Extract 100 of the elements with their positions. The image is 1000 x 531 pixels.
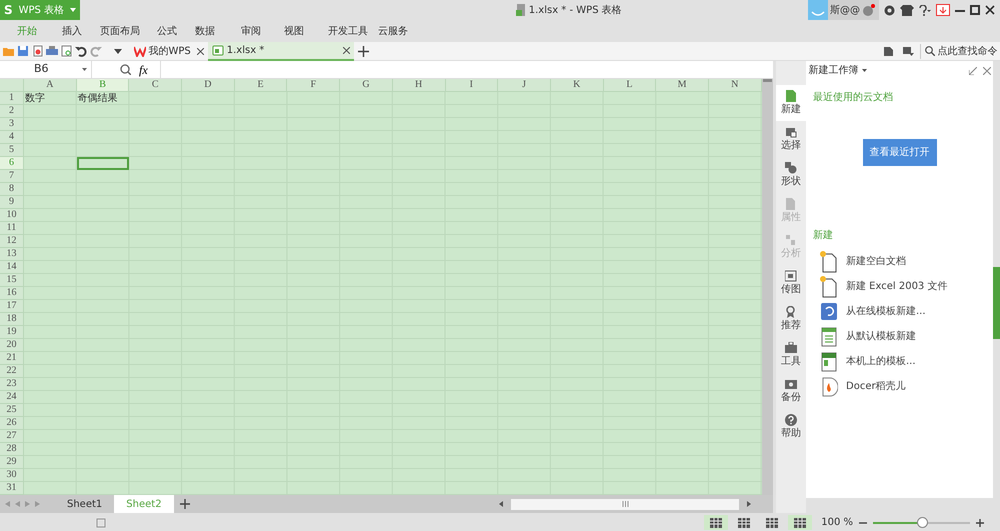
- row-header[interactable]: 16: [0, 287, 24, 300]
- column-header[interactable]: D: [182, 79, 235, 92]
- column-header[interactable]: B: [76, 79, 130, 92]
- normal-view-icon[interactable]: [710, 518, 722, 528]
- menu-tab[interactable]: 云服务: [378, 20, 418, 42]
- row-header[interactable]: 14: [0, 261, 24, 274]
- table-cell[interactable]: 奇偶结果: [76, 92, 130, 105]
- close-icon[interactable]: [985, 5, 995, 15]
- save-icon[interactable]: [17, 45, 29, 57]
- zoom-in-icon[interactable]: [976, 518, 984, 526]
- doc-icon[interactable]: [884, 46, 893, 56]
- print-icon[interactable]: [46, 45, 58, 57]
- column-header[interactable]: I: [446, 79, 498, 92]
- row-header[interactable]: 1: [0, 92, 24, 105]
- sidebar-item[interactable]: 选择: [776, 121, 806, 157]
- scroll-left-icon[interactable]: [499, 501, 503, 507]
- close-icon[interactable]: [196, 48, 204, 54]
- row-header[interactable]: 24: [0, 391, 24, 404]
- row-header[interactable]: 18: [0, 313, 24, 326]
- menu-tab[interactable]: 审阅: [241, 20, 284, 42]
- row-header[interactable]: 26: [0, 417, 24, 430]
- menu-tab[interactable]: 页面布局: [100, 20, 157, 42]
- table-cell[interactable]: 数字: [24, 92, 77, 105]
- dropdown-icon[interactable]: [114, 48, 122, 54]
- row-header[interactable]: 19: [0, 326, 24, 339]
- sidebar-item[interactable]: 工具: [776, 337, 806, 373]
- column-header[interactable]: C: [129, 79, 182, 92]
- new-option[interactable]: 新建 Excel 2003 文件: [806, 274, 993, 299]
- row-header[interactable]: 28: [0, 443, 24, 456]
- row-header[interactable]: 20: [0, 339, 24, 352]
- sheet-tab[interactable]: Sheet2: [114, 495, 174, 513]
- menu-tab[interactable]: 数据: [195, 20, 241, 42]
- add-sheet-icon[interactable]: [180, 499, 190, 509]
- column-header[interactable]: M: [656, 79, 709, 92]
- sidebar-item[interactable]: 帮助: [776, 409, 806, 445]
- panel-edge-handle[interactable]: [993, 267, 1000, 339]
- row-header[interactable]: 8: [0, 183, 24, 196]
- maximize-icon[interactable]: [970, 5, 980, 15]
- page-break-icon[interactable]: [738, 518, 750, 528]
- row-header[interactable]: 25: [0, 404, 24, 417]
- row-header[interactable]: 6: [0, 157, 24, 170]
- row-header[interactable]: 11: [0, 222, 24, 235]
- app-menu-button[interactable]: S WPS 表格: [0, 0, 80, 20]
- view-recent-button[interactable]: 查看最近打开: [862, 139, 936, 166]
- document-tab[interactable]: 1.xlsx *: [208, 42, 354, 60]
- row-header[interactable]: 27: [0, 430, 24, 443]
- row-header[interactable]: 30: [0, 469, 24, 482]
- row-header[interactable]: 3: [0, 118, 24, 131]
- menu-tab[interactable]: 视图: [284, 20, 328, 42]
- sidebar-item[interactable]: 传图: [776, 265, 806, 301]
- active-cell[interactable]: [76, 157, 130, 170]
- row-header[interactable]: 21: [0, 352, 24, 365]
- column-header[interactable]: F: [287, 79, 340, 92]
- sheet-tab[interactable]: Sheet1: [55, 495, 114, 513]
- row-header[interactable]: 17: [0, 300, 24, 313]
- new-option[interactable]: 从默认模板新建: [806, 324, 993, 349]
- row-header[interactable]: 2: [0, 105, 24, 118]
- add-tab-icon[interactable]: [358, 46, 369, 56]
- row-header[interactable]: 4: [0, 131, 24, 144]
- menu-tab[interactable]: 插入: [62, 20, 100, 42]
- reading-icon[interactable]: [794, 518, 806, 528]
- column-header[interactable]: J: [498, 79, 551, 92]
- layout-icon[interactable]: [766, 518, 778, 528]
- row-header[interactable]: 9: [0, 196, 24, 209]
- horizontal-scrollbar[interactable]: [511, 498, 739, 510]
- collapse-icon[interactable]: [968, 66, 976, 74]
- column-header[interactable]: E: [234, 79, 288, 92]
- row-header[interactable]: 29: [0, 456, 24, 469]
- menu-tab[interactable]: 公式: [157, 20, 195, 42]
- sidebar-item[interactable]: 备份: [776, 373, 806, 409]
- row-header[interactable]: 31: [0, 482, 24, 495]
- row-header[interactable]: 10: [0, 209, 24, 222]
- column-header[interactable]: L: [604, 79, 656, 92]
- document-tab[interactable]: 我的WPS: [130, 42, 208, 60]
- new-option[interactable]: Docer稻壳儿: [806, 374, 993, 399]
- new-option[interactable]: 本机上的模板...: [806, 349, 993, 374]
- new-option[interactable]: 从在线模板新建...: [806, 299, 993, 324]
- column-header[interactable]: H: [392, 79, 446, 92]
- column-header[interactable]: G: [340, 79, 393, 92]
- undo-icon[interactable]: [75, 45, 87, 57]
- row-header[interactable]: 22: [0, 365, 24, 378]
- sidebar-item[interactable]: 推荐: [776, 301, 806, 337]
- sidebar-item[interactable]: 新建: [776, 85, 806, 121]
- command-search[interactable]: 点此查找命令: [920, 44, 1000, 58]
- row-header[interactable]: 5: [0, 144, 24, 157]
- row-header[interactable]: 23: [0, 378, 24, 391]
- download-icon[interactable]: [936, 4, 950, 16]
- close-icon[interactable]: [342, 46, 350, 54]
- function-button[interactable]: fx: [139, 60, 148, 78]
- row-header[interactable]: 12: [0, 235, 24, 248]
- column-header[interactable]: A: [24, 79, 77, 92]
- row-header[interactable]: 15: [0, 274, 24, 287]
- shirt-icon[interactable]: [900, 4, 914, 16]
- menu-tab[interactable]: 开发工具: [328, 20, 378, 42]
- row-header[interactable]: 13: [0, 248, 24, 261]
- zoom-icon[interactable]: [120, 64, 131, 75]
- scroll-right-icon[interactable]: [747, 501, 751, 507]
- column-header[interactable]: N: [708, 79, 762, 92]
- new-option[interactable]: 新建空白文档: [806, 249, 993, 274]
- row-header[interactable]: 7: [0, 170, 24, 183]
